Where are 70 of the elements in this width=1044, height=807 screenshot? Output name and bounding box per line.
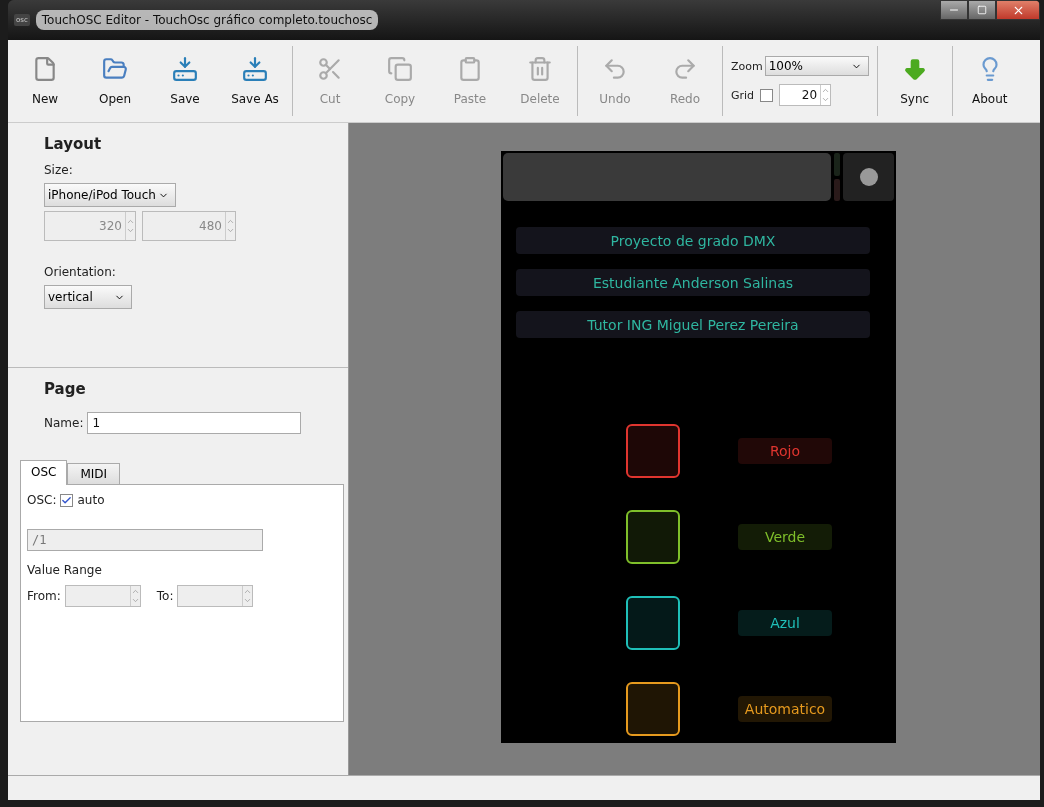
spin-down-icon[interactable]	[126, 226, 135, 235]
grid-checkbox[interactable]	[760, 88, 774, 102]
save-icon	[172, 56, 198, 82]
name-label: Name:	[44, 416, 84, 430]
toggle-pad[interactable]	[626, 682, 680, 736]
section-title: Layout	[44, 135, 103, 153]
spin-up-icon[interactable]	[821, 86, 831, 95]
toolbar-button[interactable]: Sync	[879, 40, 950, 122]
toggle-pad[interactable]	[626, 596, 680, 650]
scissors-icon	[317, 56, 343, 82]
window-title: TouchOSC Editor - TouchOsc gráfico completo.touchosc	[35, 10, 379, 30]
zoom-label: Zoom	[731, 59, 763, 73]
toolbar-button[interactable]: Save As	[220, 40, 290, 122]
orientation-label: Orientation:	[44, 265, 117, 279]
toolbar-button[interactable]: New	[10, 40, 80, 122]
toolbar-button[interactable]: Save	[150, 40, 220, 122]
size-dropdown[interactable]: iPhone/iPod Touch	[44, 183, 176, 207]
from-label: From:	[27, 589, 61, 603]
minimize-button[interactable]	[940, 0, 968, 20]
text-label: Estudiante Anderson Salinas	[516, 269, 870, 296]
grid-label: Grid	[731, 88, 755, 102]
file-icon	[32, 56, 58, 82]
copy-icon	[387, 56, 413, 82]
pad-label: Automatico	[738, 696, 832, 722]
to-label: To:	[156, 589, 174, 603]
pad-label: Verde	[738, 524, 832, 550]
menu-button[interactable]	[843, 153, 894, 201]
orientation-dropdown[interactable]: vertical	[44, 285, 132, 309]
clipboard-icon	[457, 56, 483, 82]
value-range-label: Value Range	[27, 563, 103, 577]
indicator	[834, 178, 840, 201]
to-spinbox[interactable]	[177, 585, 254, 607]
spin-up-icon[interactable]	[130, 587, 140, 596]
toolbar-button[interactable]: Open	[80, 40, 150, 122]
maximize-icon	[977, 5, 987, 15]
toolbar-button[interactable]: About	[954, 40, 1025, 122]
spin-up-icon[interactable]	[226, 217, 235, 226]
auto-checkbox[interactable]	[60, 493, 74, 507]
save-icon	[242, 56, 268, 82]
text-label: Proyecto de grado DMX	[516, 227, 870, 254]
toggle-pad[interactable]	[626, 510, 680, 564]
indicator	[834, 153, 840, 176]
name-field[interactable]: 1	[87, 412, 302, 434]
grid-spinbox[interactable]: 20	[779, 84, 832, 106]
trash-icon	[527, 56, 553, 82]
from-spinbox[interactable]	[64, 585, 141, 607]
close-button[interactable]	[996, 0, 1040, 20]
tab[interactable]: OSC	[20, 460, 68, 485]
spin-up-icon[interactable]	[243, 587, 253, 596]
zoom-dropdown[interactable]: 100%	[764, 56, 869, 76]
undo-icon	[602, 56, 628, 82]
spin-down-icon[interactable]	[130, 596, 140, 605]
pad-label: Azul	[738, 610, 832, 636]
auto-label: auto	[77, 493, 105, 507]
spin-up-icon[interactable]	[126, 217, 135, 226]
toggle-pad[interactable]	[626, 424, 680, 478]
maximize-button[interactable]	[968, 0, 996, 20]
section-title: Page	[44, 380, 87, 398]
dot-icon	[859, 168, 878, 186]
spin-down-icon[interactable]	[243, 596, 253, 605]
pad-label: Rojo	[738, 438, 832, 464]
address-field[interactable]: /1	[27, 529, 263, 551]
folder-icon	[102, 56, 128, 82]
size-label: Size:	[44, 163, 74, 177]
spin-down-icon[interactable]	[226, 226, 235, 235]
redo-icon	[672, 56, 698, 82]
osc-label: OSC:	[27, 493, 57, 507]
tab[interactable]: MIDI	[67, 463, 121, 485]
text-label: Tutor ING Miguel Perez Pereira	[516, 311, 870, 338]
spin-down-icon[interactable]	[821, 95, 831, 104]
